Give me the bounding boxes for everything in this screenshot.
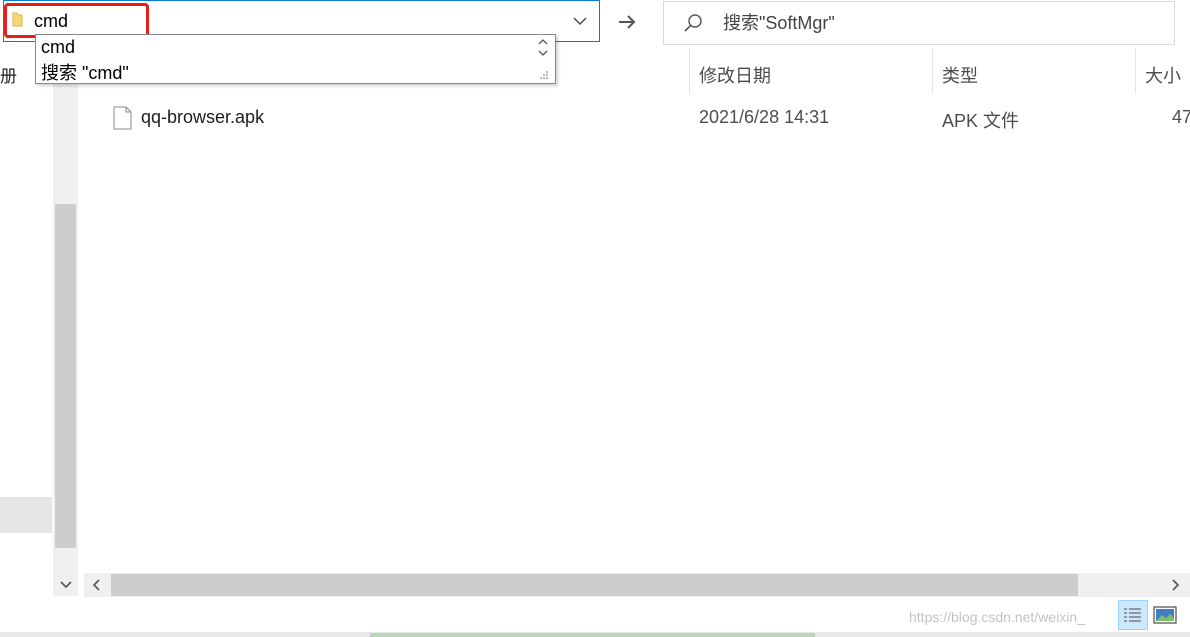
column-header-size[interactable]: 大小 <box>1145 62 1181 88</box>
chevron-left-icon[interactable] <box>86 574 108 596</box>
nav-scrollbar-thumb[interactable] <box>55 204 76 548</box>
autocomplete-item[interactable]: 搜索 "cmd" <box>41 62 129 84</box>
column-separator[interactable] <box>932 48 933 94</box>
autocomplete-item[interactable]: cmd <box>41 36 75 58</box>
annotation-highlight-box <box>4 3 149 38</box>
arrow-right-icon[interactable] <box>603 0 651 44</box>
horizontal-scrollbar-thumb[interactable] <box>111 574 1078 596</box>
taskbar-edge <box>370 633 815 637</box>
nav-selected-item[interactable] <box>0 497 52 533</box>
file-size: 47 <box>1172 107 1190 127</box>
chevron-right-icon[interactable] <box>1164 574 1186 596</box>
file-modified: 2021/6/28 14:31 <box>699 107 830 127</box>
file-type: APK 文件 <box>942 111 1020 131</box>
chevron-down-icon[interactable] <box>56 574 76 596</box>
nav-item-label[interactable]: 册 <box>0 62 17 87</box>
details-view-icon <box>1124 608 1141 622</box>
search-icon <box>684 14 702 32</box>
chevron-down-icon[interactable] <box>568 10 592 32</box>
search-input[interactable] <box>723 11 1153 35</box>
column-separator[interactable] <box>1135 48 1136 94</box>
column-separator[interactable] <box>689 48 690 94</box>
large-icons-view-icon[interactable] <box>1152 603 1178 627</box>
watermark-text: https://blog.csdn.net/weixin_ <box>909 609 1085 625</box>
column-header-modified[interactable]: 修改日期 <box>699 62 771 88</box>
file-name[interactable]: qq-browser.apk <box>141 107 264 128</box>
details-view-button[interactable] <box>1118 600 1148 630</box>
column-header-type[interactable]: 类型 <box>942 62 978 88</box>
autocomplete-dropdown: cmd 搜索 "cmd" <box>35 34 556 84</box>
autocomplete-scroll-icon[interactable] <box>535 36 551 82</box>
file-icon <box>113 106 132 130</box>
